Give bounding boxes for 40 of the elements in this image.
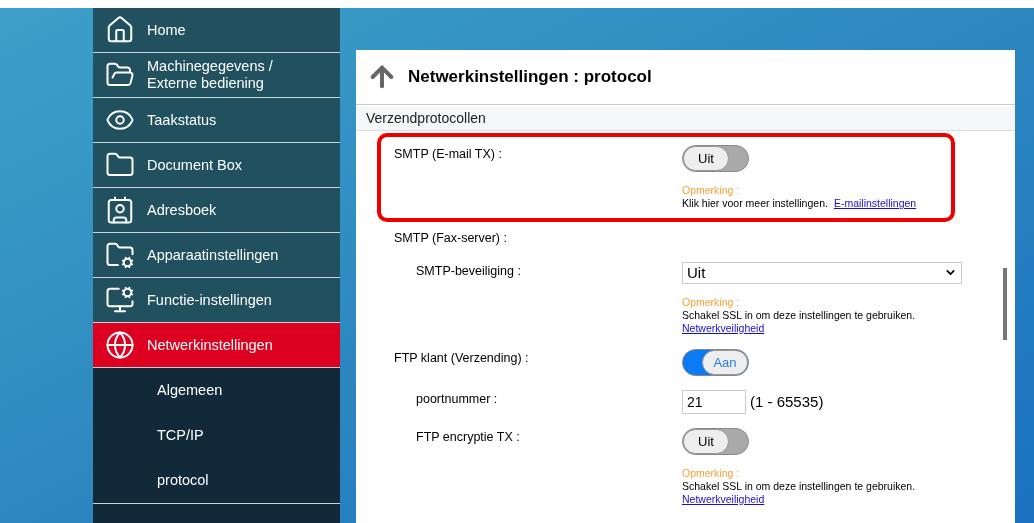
settings-link[interactable]: Netwerkveiligheid: [682, 492, 765, 506]
note-title: Opmerking :: [682, 466, 741, 480]
house-icon: [105, 15, 135, 45]
page-title: Netwerkinstellingen : protocol: [408, 66, 652, 89]
monitor-gear-icon: [105, 285, 135, 315]
range-text: (1 - 65535): [750, 391, 824, 412]
note-title: Opmerking :: [682, 184, 741, 197]
setting-label: SMTP (Fax-server) :: [394, 230, 508, 247]
folder-gear-icon: [105, 240, 135, 270]
globe-icon: [105, 330, 135, 360]
sidebar-item[interactable]: Taakstatus: [93, 98, 340, 143]
sidebar-item[interactable]: Machinegegevens / Externe bediening: [93, 53, 340, 98]
note-title: Opmerking :: [682, 295, 741, 309]
sidebar-item[interactable]: Apparaatinstellingen: [93, 233, 340, 278]
setting-label: poortnummer :: [415, 390, 499, 408]
toggle-switch[interactable]: Uit: [682, 145, 749, 172]
note-text: Klik hier voor meer instellingen.: [682, 197, 828, 210]
submenu-item[interactable]: Algemeen: [93, 368, 340, 413]
toggle-switch[interactable]: Aan: [682, 348, 749, 376]
settings-link[interactable]: E-mailinstellingen: [833, 197, 917, 210]
port-input[interactable]: 21: [682, 389, 746, 414]
section-header: Verzendprotocollen: [356, 107, 1015, 131]
note-text: Schakel SSL in om deze instellingen te gebruiken.: [682, 308, 916, 322]
setting-label: FTP encryptie TX :: [415, 428, 521, 446]
sidebar-item[interactable]: Netwerkinstellingen: [93, 323, 340, 368]
dropdown-select[interactable]: Uit: [682, 261, 962, 284]
sidebar-item[interactable]: Adresboek: [93, 188, 340, 233]
submenu-item[interactable]: protocol: [93, 458, 340, 503]
note-text: Schakel SSL in om deze instellingen te gebruiken.: [682, 479, 916, 493]
setting-label: FTP klant (Verzending) :: [394, 349, 530, 367]
setting-label: SMTP (E-mail TX) :: [394, 146, 503, 163]
sidebar-item[interactable]: Home: [93, 8, 340, 53]
sidebar-item[interactable]: Functie-instellingen: [93, 278, 340, 323]
sidebar-item[interactable]: Document Box: [93, 143, 340, 188]
settings-link[interactable]: Netwerkveiligheid: [682, 321, 765, 335]
toggle-switch[interactable]: Uit: [682, 427, 749, 455]
setting-label: SMTP-beveiliging :: [415, 262, 522, 280]
scrollbar-thumb[interactable]: [1003, 268, 1007, 340]
contact-card-icon: [105, 195, 135, 225]
submenu-item[interactable]: TCP/IP: [93, 413, 340, 458]
